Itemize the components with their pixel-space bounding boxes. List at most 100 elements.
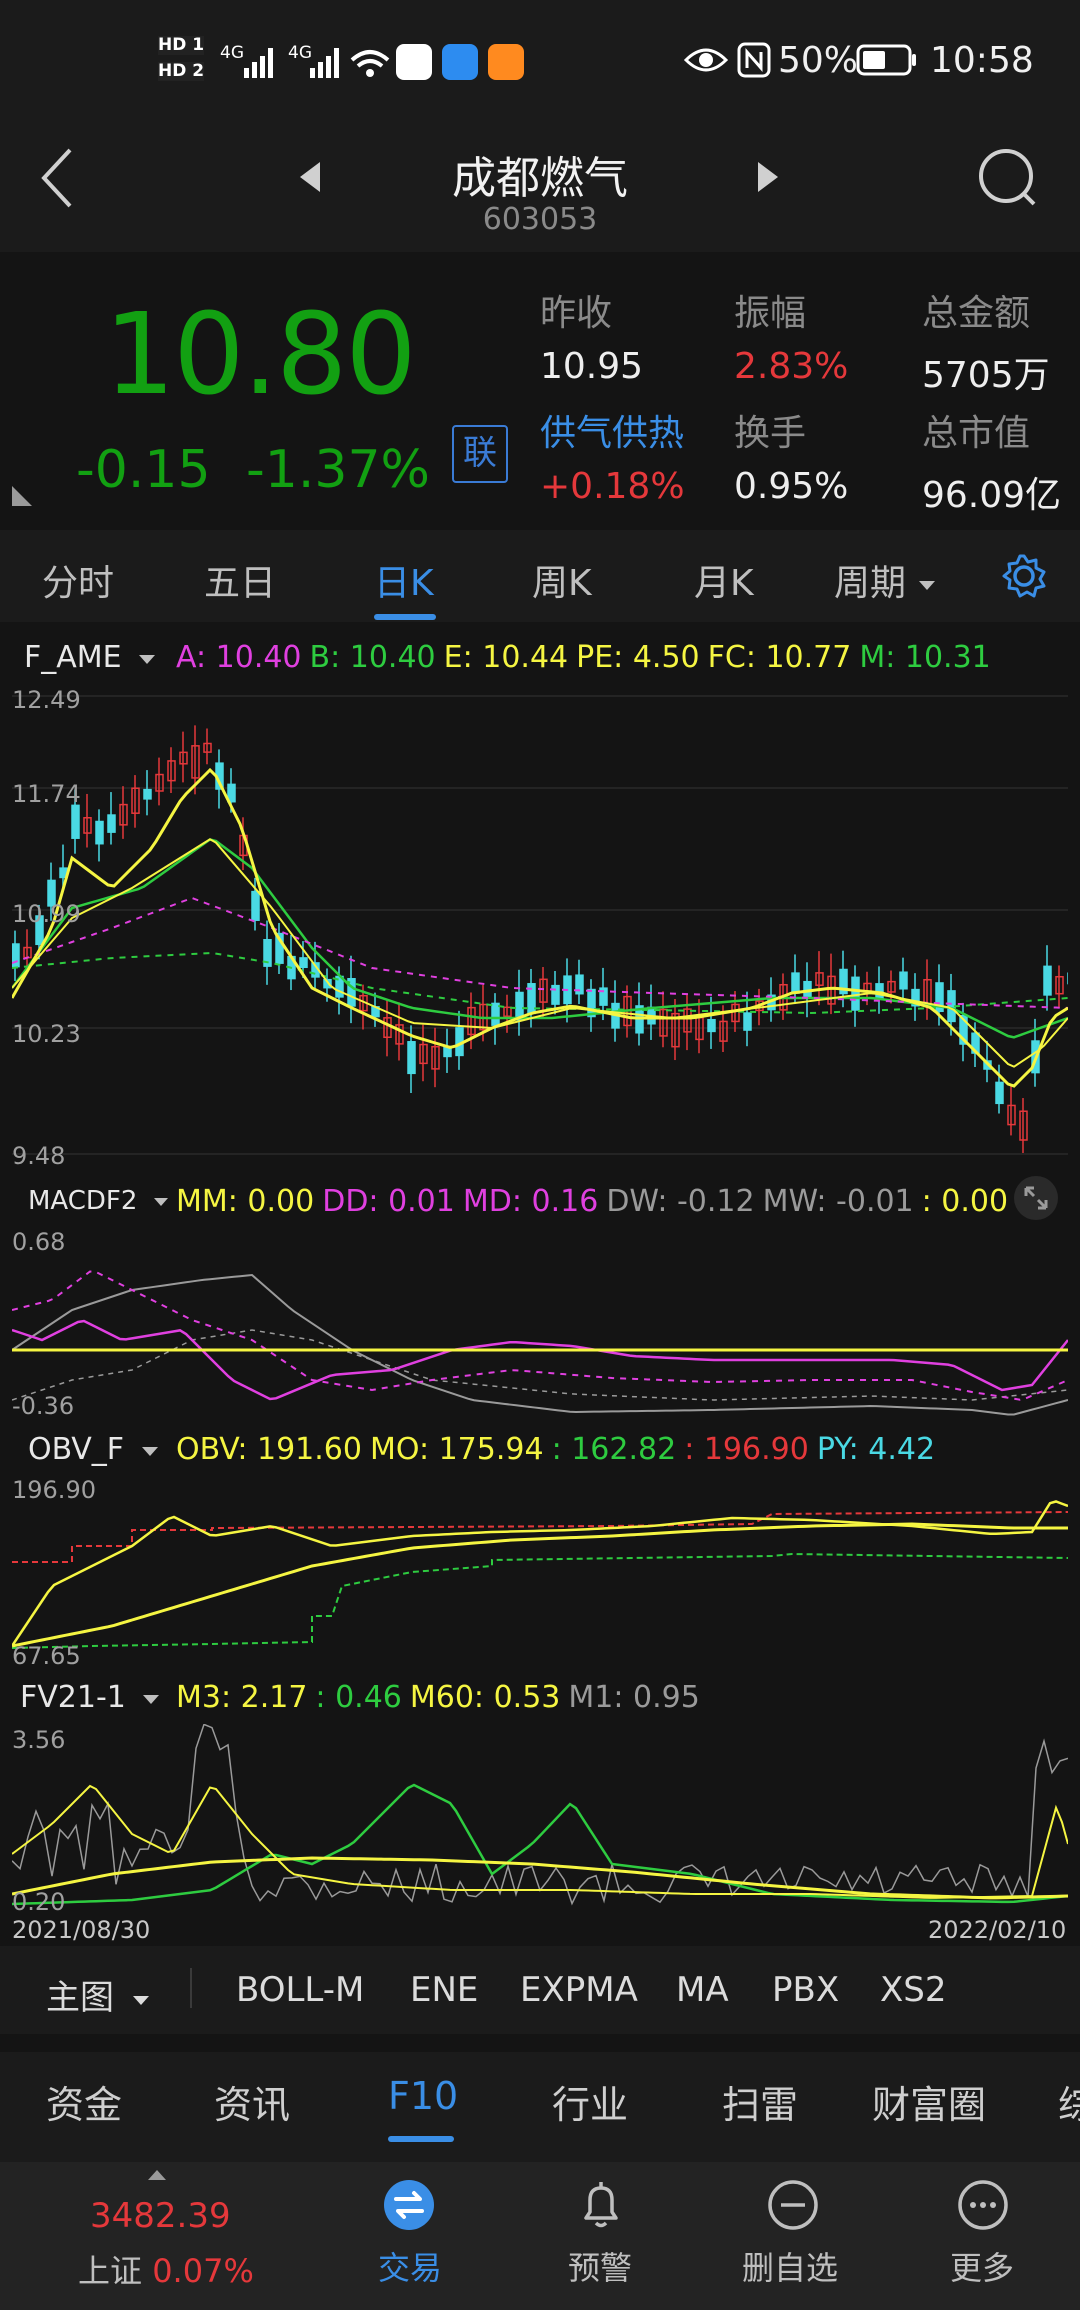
obv-legend-item: : 196.90 [684,1432,809,1467]
indicator-ma[interactable]: MA [676,1970,729,2010]
tab-news[interactable]: 资讯 [214,2074,290,2129]
chevron-down-icon [141,1446,158,1456]
nav-alert-label[interactable]: 预警 [568,2243,632,2289]
minus-circle-icon[interactable] [766,2178,820,2232]
gray-dashed-line [12,1329,1068,1401]
turnover-rate-value: 0.95% [734,466,849,507]
y-min-label: 9.48 [12,1142,66,1170]
y-label-4: 10.23 [12,1020,81,1048]
obv-chart[interactable] [12,1476,1068,1664]
candle [995,1081,1004,1105]
main-indicator-label: F_AME [24,640,122,675]
fv-chart[interactable] [12,1724,1068,1916]
divider [190,1968,192,2008]
obv-indicator-label: OBV_F [28,1432,125,1467]
fv-y-max: 3.56 [12,1726,66,1754]
price-change: -0.15 [76,440,211,500]
market-cap-value: 96.09亿 [922,475,1062,516]
nav-more-label[interactable]: 更多 [950,2243,1014,2289]
main-chart-selector[interactable]: 主图 [46,1970,151,2019]
y-label-3: 10.99 [12,900,81,928]
fv-legend-item: M3: 2.17 [176,1680,308,1715]
green-line [12,1783,1068,1906]
macd-indicator-name[interactable]: MACDF2 [28,1186,170,1216]
chevron-down-icon [919,581,936,590]
macd-chart[interactable] [12,1230,1068,1416]
stock-code: 603053 [482,202,598,237]
indicator-expma[interactable]: EXPMA [520,1970,638,2010]
more-icon[interactable] [956,2178,1010,2232]
expand-icon[interactable] [1012,1174,1060,1222]
active-tab-indicator [374,614,436,620]
tab-more-cut[interactable]: 综 [1058,2074,1080,2129]
index-value[interactable]: 3482.39 [90,2196,231,2236]
macd-legend-item: : 0.00 [921,1184,1009,1219]
tab-risk-scan[interactable]: 扫雷 [722,2074,798,2129]
candle [899,971,908,990]
eye-icon [684,48,728,72]
trade-icon[interactable] [382,2178,436,2232]
tab-industry[interactable]: 行业 [552,2074,628,2129]
index-name: 上证 [78,2252,143,2290]
index-change: 0.07% [152,2252,254,2290]
bell-icon[interactable] [574,2178,628,2232]
macd-legend-item: MM: 0.00 [176,1184,315,1219]
nfc-icon [737,42,771,78]
search-icon[interactable] [976,146,1040,210]
indicator-pbx[interactable]: PBX [772,1970,839,2010]
candle [707,1018,716,1033]
nav-trade-label[interactable]: 交易 [378,2243,442,2289]
tab-period-label: 周期 [834,563,907,604]
battery-percent: 50% [778,40,859,81]
caret-up-icon [148,2170,166,2180]
tab-funds[interactable]: 资金 [46,2074,122,2129]
delivery-app-icon [488,44,524,80]
tab-period[interactable]: 周期 [834,554,937,606]
main-legend-item: E: 10.44 [443,640,569,675]
fv-indicator-name[interactable]: FV21-1 [20,1680,161,1715]
sim1-badge: HD 1 [158,35,205,55]
main-legend: A: 10.40 B: 10.40 E: 10.44 PE: 4.50 FC: 10.7… [176,640,999,675]
indicator-boll-m[interactable]: BOLL-M [236,1970,364,2010]
nav-remove-watchlist-label[interactable]: 删自选 [742,2243,838,2289]
macd-legend-item: DD: 0.01 [322,1184,455,1219]
amplitude-label: 振幅 [734,293,807,334]
tab-five-day[interactable]: 五日 [204,554,276,606]
prev-close-label: 昨收 [540,293,613,334]
chevron-down-icon [132,1995,149,2005]
fv-legend-item: M1: 0.95 [568,1680,700,1715]
mo-line [12,1522,1068,1648]
indicator-xs2[interactable]: XS2 [880,1970,947,2010]
tab-f10[interactable]: F10 [388,2074,458,2118]
fv-legend: M3: 2.17: 0.46 M60: 0.53 M1: 0.95 [176,1680,708,1715]
kline-chart[interactable] [12,688,1068,1168]
tab-daily-k[interactable]: 日K [374,554,434,606]
main-legend-item: PE: 4.50 [576,640,700,675]
turnover-amount-label: 总金额 [922,293,1031,334]
clock: 10:58 [930,40,1034,81]
next-stock-icon[interactable] [756,160,780,194]
sector-link[interactable]: 供气供热 [540,404,684,456]
tab-intraday[interactable]: 分时 [42,554,114,606]
date-end: 2022/02/10 [928,1916,1067,1944]
tab-monthly-k[interactable]: 月K [694,554,754,606]
candle [551,984,560,1005]
last-price: 10.80 [104,290,417,420]
indicator-ene[interactable]: ENE [410,1970,478,2010]
obv-legend-item: OBV: 191.60 [176,1432,362,1467]
m60-line [12,1856,1068,1900]
amplitude-value: 2.83% [734,346,849,387]
tab-weekly-k[interactable]: 周K [532,554,592,606]
prev-close-value: 10.95 [540,346,644,387]
main-indicator-name[interactable]: F_AME [24,640,157,675]
macd-legend-item: DW: -0.12 [606,1184,755,1219]
main-legend-item: B: 10.40 [309,640,436,675]
index-summary[interactable]: 上证 0.07% [78,2246,254,2292]
sector-change: +0.18% [540,466,685,507]
linked-button[interactable]: 联 [452,425,508,483]
chevron-down-icon [139,654,156,664]
obv-indicator-name[interactable]: OBV_F [28,1432,160,1467]
tab-wealth-circle[interactable]: 财富圈 [872,2074,986,2129]
stock-name: 成都燃气 [452,153,628,204]
gear-icon[interactable] [1000,552,1048,600]
